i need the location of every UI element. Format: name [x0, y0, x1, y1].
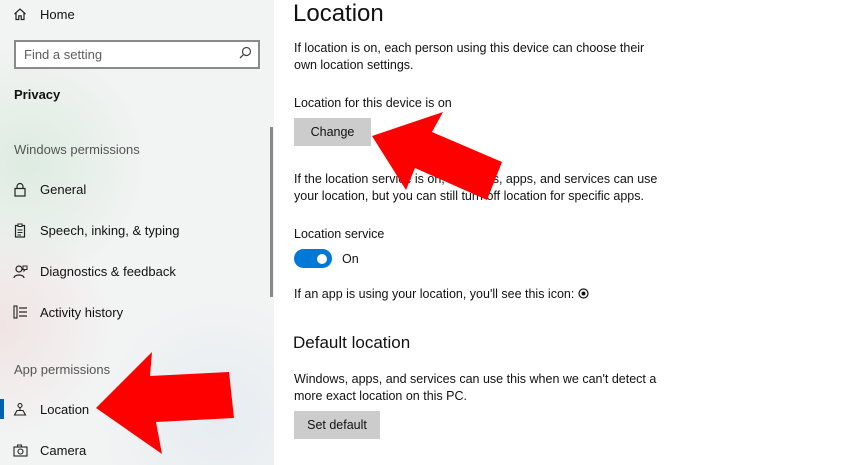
- change-button[interactable]: Change: [294, 118, 371, 146]
- sidebar-item-label: Location: [40, 401, 90, 417]
- location-in-use-icon: [578, 287, 589, 304]
- default-text-line-2: more exact location on this PC.: [294, 389, 467, 403]
- sidebar-item-general[interactable]: General: [0, 172, 270, 206]
- sidebar-item-label: Activity history: [40, 304, 124, 320]
- intro-line-2: own location settings.: [294, 58, 414, 72]
- main-content: Location If location is on, each person …: [274, 0, 848, 465]
- info-line-1: If the location service is on, Windows, …: [294, 172, 658, 186]
- sidebar-item-label: Home: [40, 6, 75, 22]
- page-title: Location: [293, 0, 384, 27]
- sidebar-item-label: Diagnostics & feedback: [40, 263, 176, 279]
- sidebar-item-label: Speech, inking, & typing: [40, 222, 180, 238]
- search-box[interactable]: [14, 40, 260, 69]
- default-location-heading: Default location: [293, 333, 411, 352]
- section-title: Privacy: [14, 87, 61, 102]
- scrollbar[interactable]: [270, 127, 273, 297]
- search-input[interactable]: [24, 47, 224, 62]
- info-line-2: your location, but you can still turn of…: [294, 189, 644, 203]
- sidebar-item-speech-inking-typing[interactable]: Speech, inking, & typing: [0, 213, 270, 247]
- search-icon[interactable]: [239, 46, 252, 64]
- location-icon: [0, 402, 40, 416]
- sidebar-item-activity-history[interactable]: Activity history: [0, 295, 270, 329]
- sidebar-item-home[interactable]: Home: [0, 0, 270, 31]
- intro-line-1: If location is on, each person using thi…: [294, 41, 645, 55]
- group-title-app-permissions: App permissions: [14, 362, 111, 377]
- lock-icon: [0, 182, 40, 197]
- toggle-knob: [317, 253, 327, 264]
- set-default-button[interactable]: Set default: [294, 411, 380, 439]
- home-icon: [0, 7, 40, 21]
- default-text-line-1: Windows, apps, and services can use this…: [294, 372, 657, 386]
- camera-icon: [0, 444, 40, 457]
- icon-note-row: If an app is using your location, you'll…: [294, 286, 589, 304]
- icon-note-text: If an app is using your location, you'll…: [294, 287, 575, 301]
- sidebar: Home Privacy Windows permissions General…: [0, 0, 274, 465]
- sidebar-item-label: General: [40, 181, 87, 197]
- person-feedback-icon: [0, 264, 40, 279]
- device-status-text: Location for this device is on: [294, 96, 452, 110]
- clipboard-icon: [0, 223, 40, 238]
- sidebar-item-location[interactable]: Location: [0, 392, 270, 426]
- location-service-label: Location service: [294, 227, 385, 241]
- activity-history-icon: [0, 305, 40, 319]
- location-service-toggle[interactable]: [294, 249, 332, 268]
- toggle-state-label: On: [342, 252, 359, 266]
- sidebar-item-label: Camera: [40, 442, 87, 458]
- group-title-windows-permissions: Windows permissions: [14, 142, 140, 157]
- sidebar-item-camera[interactable]: Camera: [0, 433, 270, 465]
- sidebar-item-diagnostics-feedback[interactable]: Diagnostics & feedback: [0, 254, 270, 288]
